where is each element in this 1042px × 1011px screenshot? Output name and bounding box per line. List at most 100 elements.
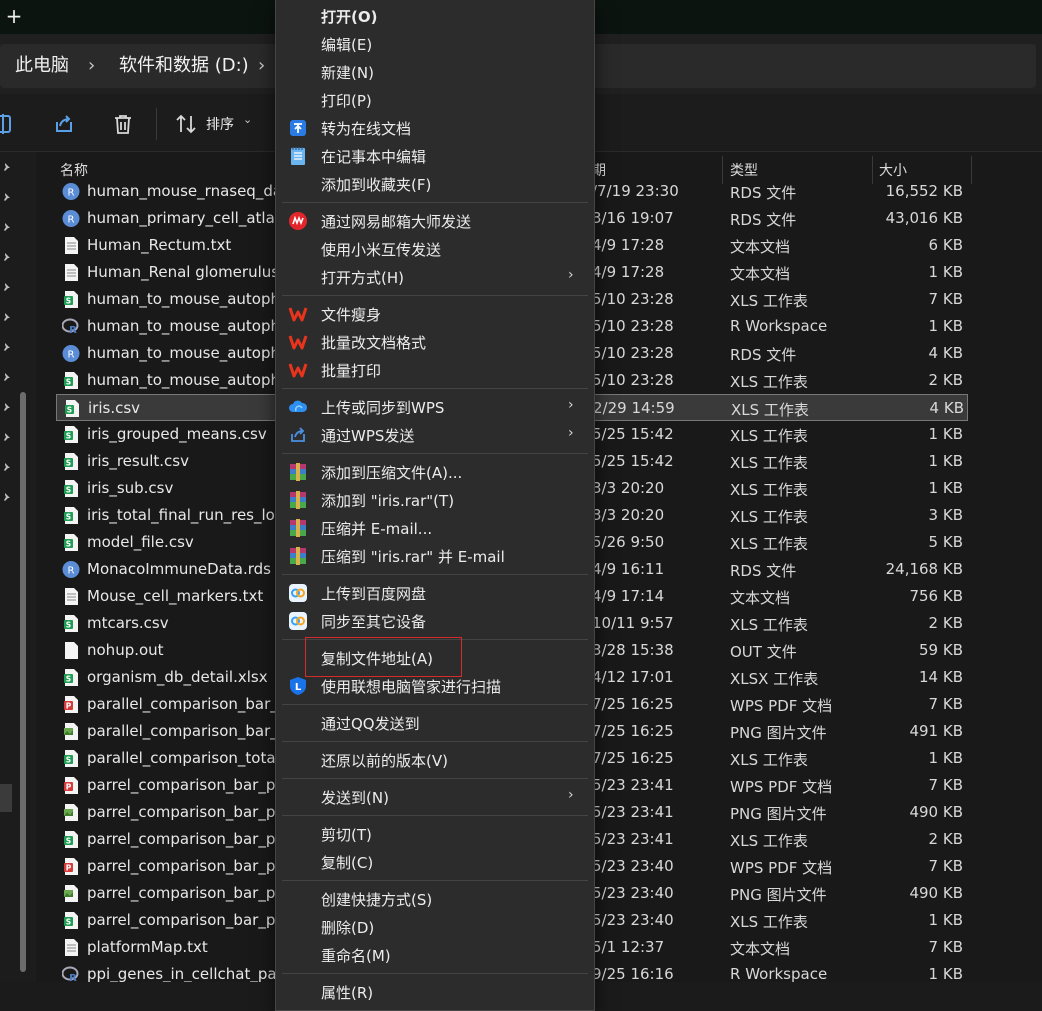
menu-item-14[interactable]: 批量打印 xyxy=(276,356,594,384)
file-size: 5 KB xyxy=(928,533,963,551)
menu-separator xyxy=(282,880,588,881)
menu-item-39[interactable]: 创建快捷方式(S) xyxy=(276,885,594,913)
file-name: parrel_comparison_bar_pl xyxy=(87,830,280,848)
menu-item-0[interactable]: 打开(O) xyxy=(276,2,594,30)
lenovo-shield-icon: L xyxy=(288,676,308,696)
menu-item-6[interactable]: 添加到收藏夹(F) xyxy=(276,170,594,198)
file-name: human_to_mouse_autopha xyxy=(87,290,290,308)
xls-file-icon: S xyxy=(62,533,80,552)
file-date: 10/11 9:57 xyxy=(592,614,674,632)
file-name: iris_result.csv xyxy=(87,452,189,470)
breadcrumb-drive-d[interactable]: 软件和数据 (D:) xyxy=(119,54,249,78)
nav-selected-item[interactable] xyxy=(0,784,12,812)
menu-item-label: 转为在线文档 xyxy=(321,120,412,138)
pin-icon[interactable] xyxy=(2,432,12,442)
menu-item-label: 添加到 "iris.rar"(T) xyxy=(321,492,455,510)
menu-item-12[interactable]: 文件瘦身 xyxy=(276,300,594,328)
menu-item-16[interactable]: 上传或同步到WPS › xyxy=(276,393,594,421)
pin-icon[interactable] xyxy=(2,492,12,502)
txt-file-icon xyxy=(62,263,80,282)
menu-item-label: 添加到压缩文件(A)... xyxy=(321,464,463,482)
new-tab-button[interactable]: + xyxy=(4,2,24,30)
menu-item-37[interactable]: 复制(C) xyxy=(276,848,594,876)
breadcrumb-this-pc[interactable]: 此电脑 xyxy=(15,54,69,78)
delete-icon[interactable] xyxy=(111,112,135,136)
blank-file-icon xyxy=(62,641,80,660)
file-date: 5/10 23:28 xyxy=(592,317,674,335)
file-size: 14 KB xyxy=(919,668,963,686)
breadcrumb-separator[interactable]: › xyxy=(258,54,265,78)
menu-item-label: 同步至其它设备 xyxy=(321,613,427,631)
menu-item-25[interactable]: 同步至其它设备 xyxy=(276,607,594,635)
menu-item-8[interactable]: 通过网易邮箱大师发送 xyxy=(276,207,594,235)
pin-icon[interactable] xyxy=(2,402,12,412)
file-size: 2 KB xyxy=(928,614,963,632)
menu-item-41[interactable]: 重命名(M) xyxy=(276,941,594,969)
file-type: XLS 工作表 xyxy=(731,401,809,419)
chevron-right-icon: › xyxy=(568,267,574,283)
pin-icon[interactable] xyxy=(2,462,12,472)
nav-scrollbar[interactable] xyxy=(20,392,26,972)
share-icon[interactable] xyxy=(52,112,76,136)
menu-item-13[interactable]: 批量改文档格式 xyxy=(276,328,594,356)
file-type: WPS PDF 文档 xyxy=(730,859,833,877)
file-size: 2 KB xyxy=(928,371,963,389)
menu-item-4[interactable]: 转为在线文档 xyxy=(276,114,594,142)
file-name: parrel_comparison_bar_pl xyxy=(87,911,280,929)
breadcrumb-separator[interactable]: › xyxy=(88,54,95,78)
menu-item-32[interactable]: 还原以前的版本(V) xyxy=(276,746,594,774)
png-file-icon xyxy=(62,803,80,822)
menu-item-9[interactable]: 使用小米互传发送 xyxy=(276,235,594,263)
file-date: 2/29 14:59 xyxy=(593,399,675,417)
menu-item-40[interactable]: 删除(D) xyxy=(276,913,594,941)
file-size: 1 KB xyxy=(928,452,963,470)
rename-icon[interactable] xyxy=(0,112,16,136)
pin-icon[interactable] xyxy=(2,222,12,232)
menu-item-5[interactable]: 在记事本中编辑 xyxy=(276,142,594,170)
context-menu: 打开(O) 编辑(E) 新建(N) 打印(P) 转为在线文档 在记事本中编辑添加到收藏夹(… xyxy=(275,0,595,1011)
pin-icon[interactable] xyxy=(2,192,12,202)
menu-item-label: 打开(O) xyxy=(321,8,378,26)
menu-item-22[interactable]: 压缩到 "iris.rar" 并 E-mail xyxy=(276,542,594,570)
file-type: RDS 文件 xyxy=(730,562,797,580)
menu-item-17[interactable]: 通过WPS发送 › xyxy=(276,421,594,449)
file-type: R Workspace xyxy=(730,965,828,982)
pin-icon[interactable] xyxy=(2,282,12,292)
sort-icon[interactable] xyxy=(174,112,198,136)
menu-item-36[interactable]: 剪切(T) xyxy=(276,820,594,848)
menu-item-19[interactable]: 添加到压缩文件(A)... xyxy=(276,458,594,486)
menu-item-20[interactable]: 添加到 "iris.rar"(T) xyxy=(276,486,594,514)
menu-item-3[interactable]: 打印(P) xyxy=(276,86,594,114)
menu-item-label: 批量改文档格式 xyxy=(321,334,427,352)
file-size: 490 KB xyxy=(909,884,963,902)
menu-item-label: 在记事本中编辑 xyxy=(321,148,427,166)
pin-icon[interactable] xyxy=(2,252,12,262)
menu-item-34[interactable]: 发送到(N) › xyxy=(276,783,594,811)
chevron-down-icon[interactable]: ⌄ xyxy=(243,113,252,126)
file-date: 3/28 15:38 xyxy=(592,641,674,659)
pin-icon[interactable] xyxy=(2,342,12,352)
file-date: 7/25 16:25 xyxy=(592,749,674,767)
file-type: XLS 工作表 xyxy=(730,751,808,769)
file-size: 6 KB xyxy=(928,236,963,254)
file-size: 490 KB xyxy=(909,803,963,821)
xls-file-icon: S xyxy=(62,371,80,390)
menu-item-label: 打开方式(H) xyxy=(321,269,404,287)
menu-item-label: 重命名(M) xyxy=(321,947,391,965)
file-size: 7 KB xyxy=(928,290,963,308)
pin-icon[interactable] xyxy=(2,162,12,172)
sort-button[interactable]: 排序 xyxy=(206,114,234,134)
file-name: nohup.out xyxy=(87,641,164,659)
pin-icon[interactable] xyxy=(2,312,12,322)
file-name: Mouse_cell_markers.txt xyxy=(87,587,264,605)
menu-item-21[interactable]: 压缩并 E-mail... xyxy=(276,514,594,542)
menu-item-43[interactable]: 属性(R) xyxy=(276,978,594,1006)
menu-item-30[interactable]: 通过QQ发送到 xyxy=(276,709,594,737)
menu-item-24[interactable]: 上传到百度网盘 xyxy=(276,579,594,607)
file-name: Human_Renal glomerulus. xyxy=(87,263,284,281)
pin-icon[interactable] xyxy=(2,372,12,382)
menu-item-10[interactable]: 打开方式(H) › xyxy=(276,263,594,291)
file-date: 5/23 23:40 xyxy=(592,911,674,929)
menu-item-1[interactable]: 编辑(E) xyxy=(276,30,594,58)
menu-item-2[interactable]: 新建(N) xyxy=(276,58,594,86)
